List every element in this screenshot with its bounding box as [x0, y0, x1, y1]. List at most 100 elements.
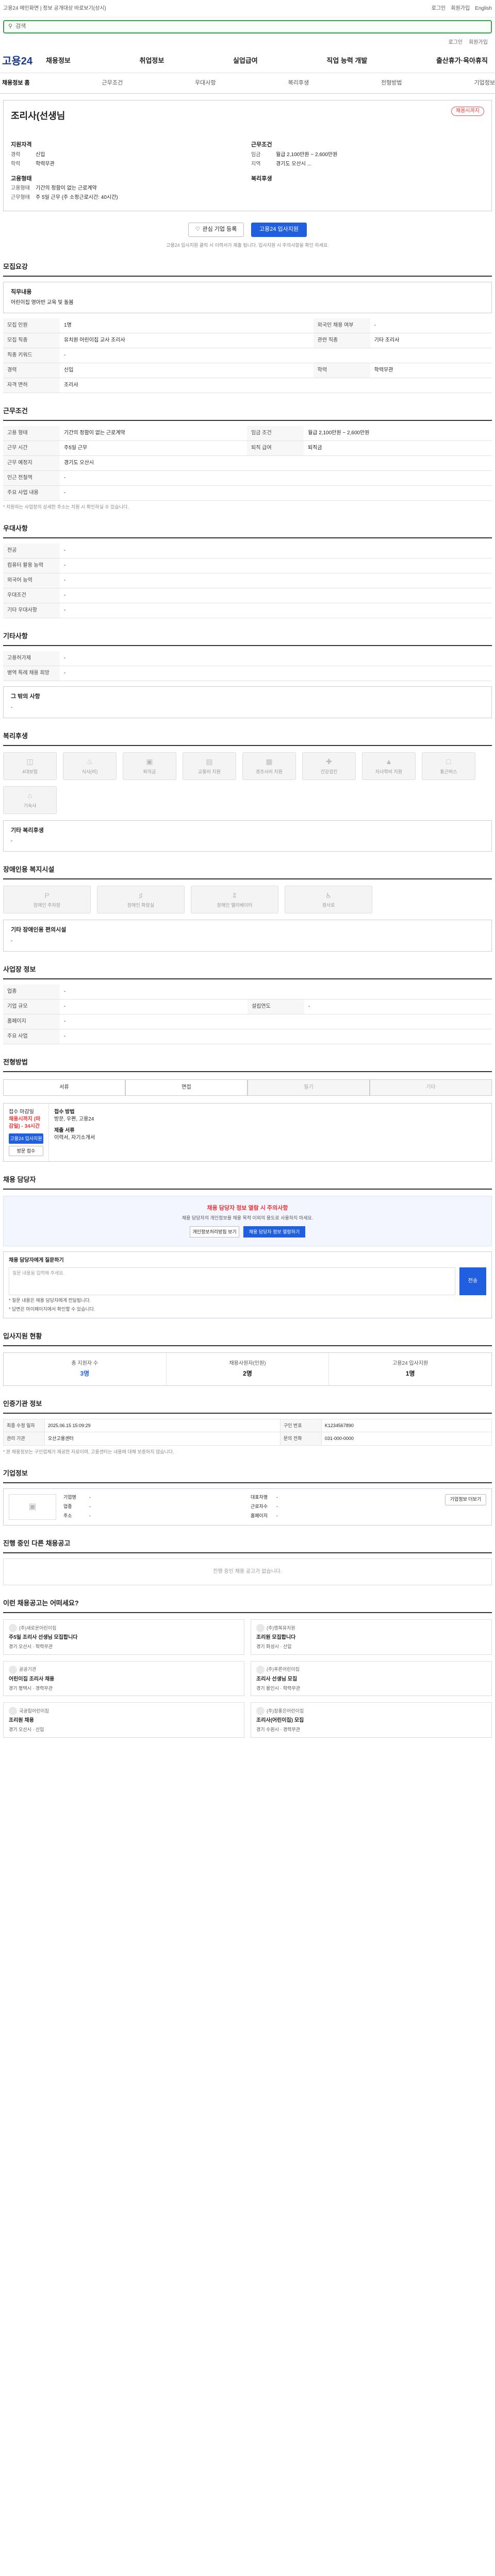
work-time-value: 주 5일 근무 (주 소정근로시간: 40시간) — [36, 194, 118, 200]
salary-value: 월급 2,100만원 ~ 2,600만원 — [276, 151, 338, 158]
disabled-title: 장애인용 복지시설 — [3, 865, 492, 880]
table-cell: 홈페이지 — [3, 1014, 60, 1030]
reco-company: (주)푸른어린이집 — [267, 1667, 300, 1672]
reco-card[interactable]: (주)새로운어린이집 주5일 조리사 선생님 모집합니다 경기 오산시 · 학력… — [3, 1619, 244, 1655]
welfare-title: 복리후생 — [3, 732, 492, 746]
welfare-card: ▦ 경조사비 지원 — [242, 752, 296, 780]
table-cell: - — [60, 544, 492, 559]
table-cell: - — [60, 588, 492, 604]
privacy-policy-button[interactable]: 개인정보처리방침 보기 — [190, 1226, 239, 1238]
reco-card[interactable]: 국공립어린이집 조리원 채용 경기 오산시 · 신입 — [3, 1702, 244, 1738]
apply-button[interactable]: 고용24 입사지원 — [251, 222, 307, 237]
table-cell: 학력 — [313, 363, 370, 379]
etc-misc-text: - — [11, 704, 13, 710]
reco-card[interactable]: (주)참좋은어린이집 조리사(어린이집) 모집 경기 수원시 · 경력무관 — [251, 1702, 492, 1738]
apply-method-heading: 접수 방법 — [54, 1109, 75, 1115]
apply-method: 방문, 우편, 고용24 — [54, 1116, 94, 1123]
duty-heading: 직무내용 — [11, 289, 32, 295]
reco-meta: 경기 수원시 · 경력무관 — [256, 1727, 301, 1733]
search-row: ⚲ 검색 — [0, 18, 495, 36]
table-cell: 기간의 정함이 없는 근로계약 — [60, 426, 248, 442]
table-cell: 경력 — [3, 363, 60, 379]
table-cell: 관리 기관 — [3, 1432, 45, 1446]
tab-company[interactable]: 기업정보 — [474, 79, 495, 87]
conditions-table: 고용 형태 기간의 정함이 없는 근로계약 임금 조건 월급 2,100만원 ~… — [3, 426, 492, 501]
table-cell: 기타 조리사 — [370, 333, 492, 349]
reco-title: 주5일 조리사 선생님 모집합니다 — [9, 1635, 78, 1641]
visit-apply-button[interactable]: 방문 접수 — [9, 1146, 43, 1157]
tab-welfare[interactable]: 복리후생 — [288, 79, 309, 87]
search-input[interactable]: ⚲ 검색 — [3, 20, 492, 33]
contact-alert-desc: 채용 담당자의 개인정보를 채용 목적 이외의 용도로 사용하지 마세요. — [182, 1215, 314, 1221]
table-cell: 오산고용센터 — [44, 1432, 280, 1446]
apply-button-2[interactable]: 고용24 입사지원 — [9, 1133, 43, 1144]
summary-section: 모집요강 직무내용 어린이집 영아반 교육 및 돌봄 모집 인원 1명 외국인 … — [0, 262, 495, 394]
corp-field-value: - — [89, 1503, 91, 1509]
reco-meta: 경기 화성시 · 신입 — [256, 1644, 292, 1650]
table-row: 전공 - — [3, 544, 492, 559]
tab-process[interactable]: 전형방법 — [381, 79, 402, 87]
table-cell: - — [60, 1029, 492, 1045]
corp-more-button[interactable]: 기업정보 더보기 — [445, 1494, 486, 1505]
table-cell: 병역 특례 채용 희망 — [3, 666, 60, 682]
process-section: 전형방법 서류 면접 필기 기타 접수 마감일 채용시까지 (마감일) - 34… — [0, 1058, 495, 1162]
stats-title: 입사지원 현황 — [3, 1332, 492, 1346]
stat-value: 2명 — [243, 1369, 252, 1377]
tab-home[interactable]: 채용정보 홈 — [2, 79, 30, 87]
table-cell: - — [60, 985, 492, 1000]
gnb-unemployment[interactable]: 실업급여 — [233, 56, 258, 65]
summary-title: 모집요강 — [3, 262, 492, 277]
welfare-card: ◫ 4대보험 — [3, 752, 57, 780]
company-logo-icon — [9, 1624, 17, 1633]
tab-prefer[interactable]: 우대사항 — [195, 79, 216, 87]
login-link[interactable]: 로그인 — [449, 39, 463, 46]
gnb-jobs[interactable]: 채용정보 — [46, 56, 71, 65]
recruit-table: 모집 인원 1명 외국인 채용 여부 - 모집 직종 유치원 어린이집 교사 조… — [3, 318, 492, 394]
table-cell: 고용 형태 — [3, 426, 60, 442]
bus-icon: ▤ — [206, 757, 213, 766]
others-title: 진행 중인 다른 채용공고 — [3, 1539, 492, 1553]
question-send-button[interactable]: 전송 — [459, 1267, 486, 1296]
process-steps: 서류 면접 필기 기타 — [3, 1079, 492, 1096]
company-title: 사업장 정보 — [3, 965, 492, 980]
job-header-card: 조리사(선생님 채용시까지 지원자격 경력 신입 학력 학력무관 고용형태 고용형태… — [3, 100, 492, 211]
top-english-link[interactable]: English — [475, 5, 492, 12]
stat-item: 채용사원자(인원) 2명 — [167, 1352, 329, 1385]
welfare-card-label: 퇴직금 — [143, 769, 156, 774]
corp-field-label: 대표자명 — [251, 1494, 268, 1500]
tab-conditions[interactable]: 근무조건 — [102, 79, 123, 87]
info-note: * 본 채용정보는 구인업체가 제공한 자료이며, 고용센터는 내용에 대해 보… — [3, 1449, 174, 1454]
top-login-link[interactable]: 로그인 — [432, 5, 446, 12]
question-textarea[interactable]: 질문 내용을 입력해 주세요. — [9, 1267, 455, 1296]
corp-field-value: - — [89, 1513, 91, 1518]
table-row: 최종 수정 일자 2025.06.15 15:09:29 구인 번호 K123456… — [3, 1418, 492, 1433]
reco-card[interactable]: (주)행복유치원 조리원 모집합니다 경기 화성시 · 신입 — [251, 1619, 492, 1655]
disabled-cards: P 장애인 주차장 ♯ 장애인 화장실 ⇕ 장애인 엘리베이터 ♿ 경사로 — [3, 886, 492, 914]
corp-field-label: 기업명 — [63, 1494, 76, 1500]
welfare-misc-box: 기타 복리후생 - — [3, 820, 492, 852]
gnb-leave[interactable]: 출산휴가·육아휴직 — [436, 56, 488, 65]
site-logo[interactable]: 고용24 — [0, 54, 46, 69]
welfare-card-label: 4대보험 — [22, 769, 38, 774]
table-cell: - — [60, 558, 492, 574]
company-logo-icon — [256, 1665, 265, 1674]
signup-link[interactable]: 회원가입 — [469, 39, 488, 46]
job-title: 조리사(선생님 — [11, 111, 65, 121]
reco-card[interactable]: (주)푸른어린이집 조리사 선생님 모집 경기 용인시 · 학력무관 — [251, 1660, 492, 1697]
welfare-card: ▤ 교통비 지원 — [183, 752, 236, 780]
top-signup-link[interactable]: 회원가입 — [451, 5, 470, 12]
corp-field-value: - — [276, 1513, 278, 1518]
gnb-employment[interactable]: 취업정보 — [139, 56, 164, 65]
prefer-section: 우대사항 전공 - 컴퓨터 활용 능력 - 외국어 능력 - 우대조건 - 기타 우대사… — [0, 524, 495, 619]
stat-item: 총 지원자 수 3명 — [4, 1352, 167, 1385]
gnb-training[interactable]: 직업 능력 개발 — [326, 56, 367, 65]
view-contact-button[interactable]: 채용 담당자 정보 열람하기 — [243, 1226, 305, 1238]
interest-button[interactable]: ♡ 관심 기업 등록 — [188, 222, 244, 237]
table-row: 고용 형태 기간의 정함이 없는 근로계약 임금 조건 월급 2,100만원 ~… — [3, 426, 492, 442]
welfare-card-label: 교통비 지원 — [198, 769, 221, 774]
welfare-section: 복리후생 ◫ 4대보험 ♨ 식사(비) ▣ 퇴직금 ▤ 교통비 지원 ▦ 경조사비 지원 … — [0, 732, 495, 852]
welfare-misc-text: - — [11, 838, 13, 844]
table-cell: - — [60, 573, 492, 589]
stat-label: 총 지원자 수 — [71, 1360, 98, 1366]
reco-card[interactable]: 공공기관 어린이집 조리사 채용 경기 평택시 · 경력무관 — [3, 1660, 244, 1697]
